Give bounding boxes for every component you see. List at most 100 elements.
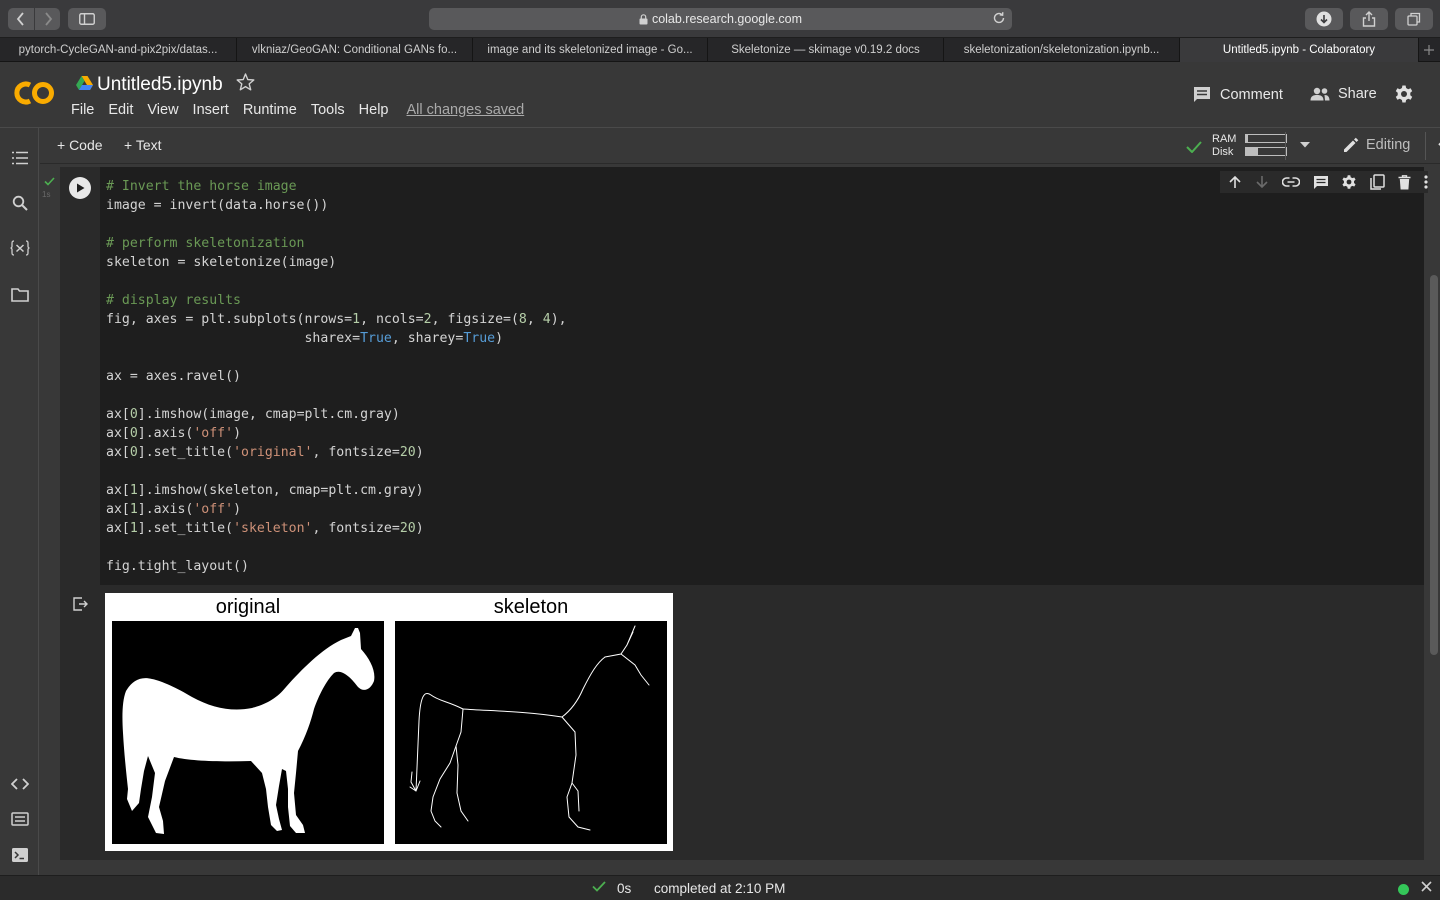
subplot-title-skeleton: skeleton (493, 596, 569, 618)
editing-label: Editing (1366, 137, 1411, 153)
code-line: # perform skeletonization (106, 234, 567, 253)
colab-logo[interactable]: CO (14, 76, 56, 115)
command-palette-icon[interactable] (10, 809, 30, 829)
link-icon[interactable] (1281, 177, 1300, 187)
browser-tab[interactable]: skeletonization/skeletonization.ipynb... (944, 38, 1180, 62)
code-token: ax[ (106, 407, 130, 422)
browser-tab-active[interactable]: Untitled5.ipynb - Colaboratory (1180, 38, 1419, 62)
code-token: 20 (399, 521, 416, 536)
cell-output: original skeleton (60, 585, 1424, 860)
clear-output-icon[interactable] (73, 597, 89, 611)
browser-tab[interactable]: vlkniaz/GeoGAN: Conditional GANs fo... (237, 38, 473, 62)
trash-icon[interactable] (1398, 174, 1411, 190)
mirror-cell-icon[interactable] (1370, 174, 1385, 190)
search-icon[interactable] (10, 193, 30, 213)
sidebar-toggle-button[interactable] (68, 8, 106, 30)
forward-button[interactable] (34, 8, 60, 30)
star-icon[interactable] (236, 73, 255, 91)
comment-label: Comment (1220, 86, 1283, 103)
reload-icon[interactable] (992, 11, 1006, 25)
comment-button[interactable]: Comment (1193, 86, 1283, 103)
disk-label: Disk (1212, 146, 1234, 158)
add-text-button[interactable]: + Text (124, 137, 162, 153)
browser-toolbar: colab.research.google.com (0, 0, 1440, 38)
browser-tab[interactable]: image and its skeletonized image - Go... (473, 38, 708, 62)
scrollbar-thumb[interactable] (1430, 275, 1438, 655)
save-status-link[interactable]: All changes saved (400, 102, 532, 118)
tab-label: Untitled5.ipynb - Colaboratory (1222, 44, 1376, 56)
table-of-contents-icon[interactable] (10, 148, 30, 168)
menu-tools[interactable]: Tools (304, 102, 352, 118)
share-label: Share (1338, 86, 1377, 102)
code-token: True (463, 331, 496, 346)
code-line: ax[1].imshow(skeleton, cmap=plt.cm.gray) (106, 481, 567, 500)
google-drive-icon[interactable] (76, 75, 93, 90)
close-icon[interactable] (1421, 881, 1432, 892)
code-token: image = invert(data.horse()) (106, 198, 329, 213)
run-cell-button[interactable] (69, 177, 91, 199)
menu-runtime[interactable]: Runtime (236, 102, 304, 118)
menu-file[interactable]: File (64, 102, 101, 118)
sidebar-icon (79, 13, 95, 25)
code-token: , fontsize= (312, 445, 400, 460)
code-line: ax = axes.ravel() (106, 367, 567, 386)
code-line: ax[0].imshow(image, cmap=plt.cm.gray) (106, 405, 567, 424)
notebook-toolbar: + Code + Text RAM Disk Editing (40, 128, 1440, 164)
code-token: ].set_title( (137, 521, 234, 536)
arrow-down-icon[interactable] (1255, 175, 1269, 189)
terminal-icon[interactable] (10, 845, 30, 865)
comment-icon[interactable] (1313, 175, 1329, 190)
pencil-icon (1342, 136, 1360, 154)
code-token: # Invert the horse image (106, 179, 297, 194)
code-token: , fontsize= (312, 521, 400, 536)
execution-time: 1s (42, 190, 51, 199)
ram-label: RAM (1212, 133, 1237, 145)
add-code-button[interactable]: + Code (57, 137, 103, 153)
editing-mode-button[interactable]: Editing (1342, 136, 1410, 154)
notebook-title[interactable]: Untitled5.ipynb (97, 74, 223, 96)
code-line: ax[0].axis('off') (106, 424, 567, 443)
execution-check-icon (44, 177, 55, 186)
variables-icon[interactable] (10, 238, 30, 258)
code-cell[interactable]: 1s # Invert the horse image image = inver… (42, 167, 1436, 585)
browser-tab[interactable]: Skeletonize — skimage v0.19.2 docs (708, 38, 944, 62)
new-tab-button[interactable] (1419, 38, 1439, 61)
menu-bar: File Edit View Insert Runtime Tools Help… (64, 102, 531, 118)
code-editor[interactable]: # Invert the horse image image = invert(d… (106, 177, 567, 576)
code-token: ) (495, 331, 504, 346)
menu-view[interactable]: View (140, 102, 185, 118)
code-token: ].axis( (137, 502, 194, 517)
folder-icon[interactable] (10, 285, 30, 305)
code-line: ax[1].axis('off') (106, 500, 567, 519)
downloads-button[interactable] (1305, 8, 1343, 30)
code-token: , figsize=( (431, 312, 519, 327)
download-icon (1316, 11, 1332, 27)
share-sheet-button[interactable] (1350, 8, 1388, 30)
code-token: fig.tight_layout() (106, 559, 249, 574)
code-token: , (526, 312, 543, 327)
browser-tab[interactable]: pytorch-CycleGAN-and-pix2pix/datas... (0, 38, 237, 62)
ram-bar (1245, 134, 1287, 143)
arrow-up-icon[interactable] (1228, 175, 1242, 189)
code-token: ) (233, 426, 242, 441)
left-rail (0, 128, 39, 875)
code-token: 8 (518, 312, 527, 327)
menu-help[interactable]: Help (352, 102, 396, 118)
menu-edit[interactable]: Edit (101, 102, 140, 118)
colab-header: CO Untitled5.ipynb File Edit View Insert… (0, 62, 1440, 128)
share-button[interactable]: Share (1310, 86, 1377, 102)
code-token: 2 (423, 312, 432, 327)
code-snippets-icon[interactable] (10, 774, 30, 794)
gear-icon[interactable] (1341, 174, 1357, 190)
dropdown-arrow-icon[interactable] (1300, 142, 1310, 148)
gear-icon[interactable] (1394, 84, 1414, 104)
back-button[interactable] (8, 8, 34, 30)
menu-insert[interactable]: Insert (186, 102, 236, 118)
tab-label: skeletonization/skeletonization.ipynb... (963, 44, 1160, 56)
tab-overview-button[interactable] (1395, 8, 1433, 30)
scrollbar[interactable] (1428, 165, 1440, 875)
address-bar[interactable]: colab.research.google.com (429, 8, 1012, 30)
